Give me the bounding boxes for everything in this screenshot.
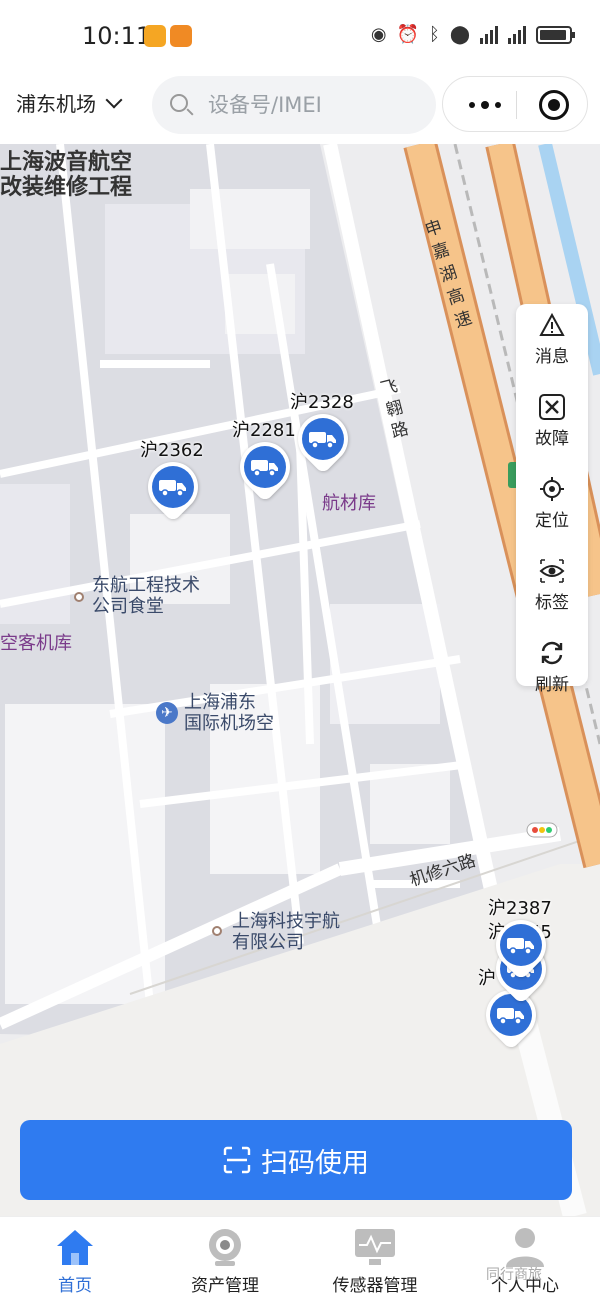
map-label-materials-warehouse: 航材库 xyxy=(322,493,376,514)
home-icon xyxy=(57,1230,93,1265)
vehicle-plate: 沪2362 xyxy=(140,440,204,461)
camera-icon xyxy=(209,1229,241,1266)
tool-label: 标签 xyxy=(535,593,569,613)
vehicle-plate: 沪2387 xyxy=(488,898,552,919)
warning-icon xyxy=(539,312,565,336)
map-tools-panel: 消息 故障 定位 标签 刷新 xyxy=(516,304,588,695)
tool-label: 消息 xyxy=(535,347,569,367)
cell-signal-icon xyxy=(508,25,526,44)
vehicle-plate: 沪 xyxy=(478,968,496,989)
tab-label: 首页 xyxy=(58,1276,92,1296)
scan-button-label: 扫码使用 xyxy=(261,1147,369,1179)
tool-locate[interactable]: 定位 xyxy=(516,468,588,538)
monitor-icon xyxy=(355,1229,395,1265)
city-selector[interactable]: 浦东机场 xyxy=(16,88,123,117)
bluetooth-icon: ᛒ xyxy=(429,24,440,45)
truck-icon xyxy=(159,480,186,497)
poi-marker xyxy=(74,592,84,602)
watermark-text: 同行商旅 xyxy=(486,1267,542,1283)
wrench-icon xyxy=(539,394,565,420)
tool-label: 定位 xyxy=(535,511,569,531)
poi-marker xyxy=(212,926,222,936)
tool-label: 刷新 xyxy=(535,675,569,695)
tool-tags[interactable]: 标签 xyxy=(516,550,588,620)
city-label: 浦东机场 xyxy=(16,92,96,116)
vehicle-plate: 沪2328 xyxy=(290,392,354,413)
close-mini-program-button[interactable] xyxy=(539,90,569,120)
user-icon xyxy=(506,1228,544,1267)
map-label-airbus-hangar: 空客机库 xyxy=(0,633,72,654)
search-input[interactable] xyxy=(208,88,418,122)
tool-faults[interactable]: 故障 xyxy=(516,386,588,456)
map-label-boeing: 上海波音航空 改装维修工程 xyxy=(0,150,133,201)
map-label-canteen: 东航工程技术 公司食堂 xyxy=(92,575,200,617)
tab-assets[interactable]: 资产管理 xyxy=(150,1217,300,1300)
map-label-pvg: 上海浦东 国际机场空 xyxy=(184,692,274,734)
locate-icon xyxy=(540,477,564,501)
eye-icon xyxy=(539,559,565,583)
mini-program-capsule xyxy=(442,76,588,132)
eye-status-icon: ◉ xyxy=(370,24,387,45)
truck-icon xyxy=(497,1008,524,1025)
system-icons: ◉ ⏰ ᛒ ⬤ xyxy=(370,24,575,45)
vehicle-plate: 沪2281 xyxy=(232,420,296,441)
app-notification-icon xyxy=(144,25,166,47)
more-menu-button[interactable] xyxy=(465,95,505,115)
map-view[interactable]: 上海波音航空 改装维修工程 东航工程技术 公司食堂 空客机库 ✈ 上海浦东 国际… xyxy=(0,144,600,1216)
tab-profile[interactable]: 个人中心 xyxy=(450,1217,600,1300)
tool-messages[interactable]: 消息 xyxy=(516,304,588,374)
tool-refresh[interactable]: 刷新 xyxy=(516,632,588,702)
truck-icon xyxy=(309,432,336,449)
alarm-icon: ⏰ xyxy=(396,24,420,45)
tab-label: 传感器管理 xyxy=(332,1276,418,1296)
tab-label: 资产管理 xyxy=(191,1276,259,1296)
chevron-down-icon xyxy=(105,91,123,108)
map-base xyxy=(0,144,600,1216)
tab-sensors[interactable]: 传感器管理 xyxy=(300,1217,450,1300)
wifi-signal-icon xyxy=(480,25,498,44)
scan-icon xyxy=(223,1146,251,1174)
tool-label: 故障 xyxy=(535,429,569,449)
location-status-icon: ⬤ xyxy=(449,24,470,45)
airport-icon: ✈ xyxy=(156,702,178,724)
truck-icon xyxy=(507,938,534,955)
capsule-divider xyxy=(516,91,517,119)
bottom-tab-bar: 首页 资产管理 传感器管理 个人中心 xyxy=(0,1216,600,1300)
status-time: 10:11 xyxy=(82,22,152,50)
refresh-icon xyxy=(541,641,563,665)
truck-icon xyxy=(251,460,278,477)
app-notification-icon xyxy=(170,25,192,47)
battery-icon xyxy=(536,25,575,44)
scan-to-use-button[interactable]: 扫码使用 xyxy=(20,1120,572,1200)
tab-home[interactable]: 首页 xyxy=(0,1217,150,1300)
search-icon xyxy=(170,94,188,112)
map-label-aerospace: 上海科技宇航 有限公司 xyxy=(232,911,340,953)
status-bar: 10:11 ◉ ⏰ ᛒ ⬤ xyxy=(0,0,600,72)
search-box[interactable] xyxy=(152,76,436,134)
header: 浦东机场 xyxy=(0,72,600,144)
